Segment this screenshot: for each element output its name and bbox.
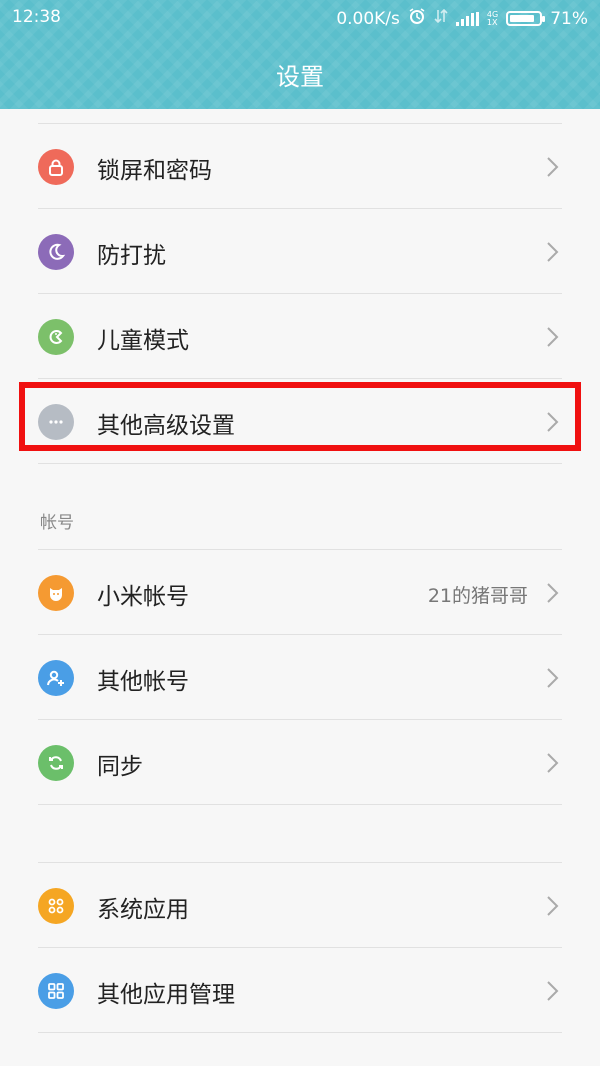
chevron-right-icon <box>547 242 559 262</box>
account-name-value: 21的猪哥哥 <box>427 585 528 607</box>
status-right-group: 0.00K/s 4G 1X 71% <box>336 7 588 30</box>
item-label: 儿童模式 <box>97 328 189 354</box>
divider <box>38 862 562 863</box>
chevron-right-icon <box>547 753 559 773</box>
sync-icon <box>38 745 74 781</box>
divider <box>38 463 562 464</box>
settings-item-child-mode[interactable]: 儿童模式 <box>0 295 600 379</box>
network-speed: 0.00K/s <box>336 8 400 29</box>
item-label: 系统应用 <box>97 897 189 923</box>
moon-icon <box>38 234 74 270</box>
chevron-right-icon <box>547 157 559 177</box>
item-label: 其他应用管理 <box>97 982 235 1008</box>
header-bar: 12:38 0.00K/s 4G 1X 71% 设置 <box>0 0 600 109</box>
item-label: 同步 <box>97 754 143 780</box>
status-time: 12:38 <box>12 7 61 27</box>
data-arrows-icon <box>434 8 448 29</box>
add-user-icon <box>38 660 74 696</box>
lock-icon <box>38 149 74 185</box>
divider <box>38 804 562 805</box>
network-type-icon: 4G 1X <box>486 9 499 27</box>
divider <box>38 208 562 209</box>
chevron-right-icon <box>547 583 559 603</box>
page-title: 设置 <box>276 63 324 91</box>
settings-item-sync[interactable]: 同步 <box>0 721 600 805</box>
chevron-right-icon <box>547 668 559 688</box>
settings-item-app-management[interactable]: 其他应用管理 <box>0 949 600 1033</box>
battery-percent: 71% <box>550 8 588 29</box>
settings-item-other-accounts[interactable]: 其他帐号 <box>0 636 600 720</box>
status-bar: 12:38 0.00K/s 4G 1X 71% <box>0 0 600 36</box>
divider <box>38 123 562 124</box>
item-label: 小米帐号 <box>97 584 189 610</box>
divider <box>38 634 562 635</box>
child-mode-icon <box>38 319 74 355</box>
divider <box>38 378 562 379</box>
system-apps-icon <box>38 888 74 924</box>
item-label: 锁屏和密码 <box>97 158 212 184</box>
divider <box>38 549 562 550</box>
settings-item-lock-screen[interactable]: 锁屏和密码 <box>0 125 600 209</box>
highlight-box <box>19 382 581 451</box>
divider <box>38 1032 562 1033</box>
chevron-right-icon <box>547 981 559 1001</box>
chevron-right-icon <box>547 327 559 347</box>
divider <box>38 719 562 720</box>
settings-item-do-not-disturb[interactable]: 防打扰 <box>0 210 600 294</box>
settings-item-mi-account[interactable]: 小米帐号 21的猪哥哥 <box>0 551 600 635</box>
section-title-account: 帐号 <box>40 513 74 533</box>
battery-icon <box>506 11 546 26</box>
mi-account-icon <box>38 575 74 611</box>
item-label: 防打扰 <box>97 243 166 269</box>
signal-icon <box>455 11 479 26</box>
settings-item-system-apps[interactable]: 系统应用 <box>0 864 600 948</box>
alarm-icon <box>408 7 426 30</box>
divider <box>38 947 562 948</box>
item-label: 其他帐号 <box>97 669 189 695</box>
divider <box>38 293 562 294</box>
chevron-right-icon <box>547 896 559 916</box>
apps-manage-icon <box>38 973 74 1009</box>
